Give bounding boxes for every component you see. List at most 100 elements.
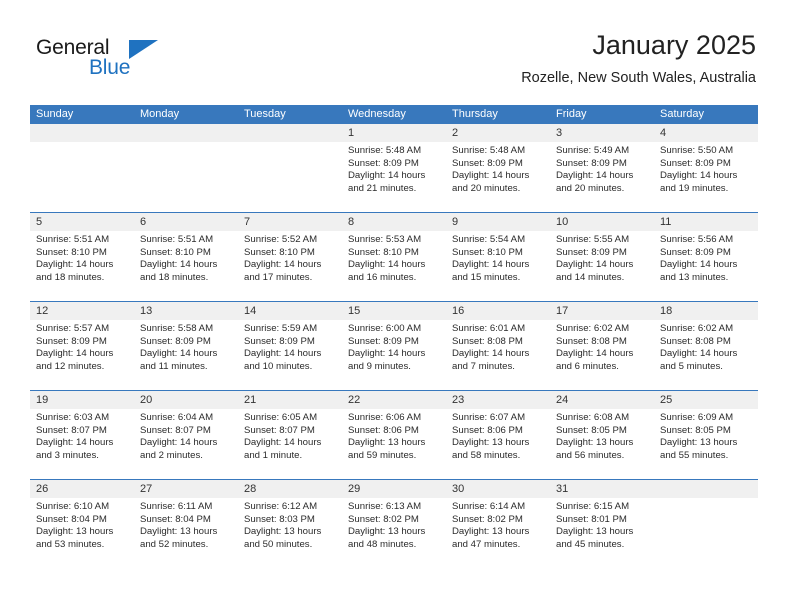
calendar-day-cell[interactable]: 20 Sunrise: 6:04 AM Sunset: 8:07 PM Dayligh… xyxy=(134,391,238,479)
sunset-time: Sunset: 8:09 PM xyxy=(660,157,731,169)
daylight-duration-line1: Daylight: 13 hours xyxy=(452,526,530,538)
sunrise-time: Sunrise: 6:14 AM xyxy=(452,501,526,512)
sunrise-time: Sunrise: 5:56 AM xyxy=(660,234,734,245)
day-details: Sunrise: 5:51 AM Sunset: 8:10 PM Daylight:… xyxy=(30,231,134,284)
calendar-day-cell[interactable]: 14 Sunrise: 5:59 AM Sunset: 8:09 PM Dayligh… xyxy=(238,302,342,390)
day-details: Sunrise: 5:54 AM Sunset: 8:10 PM Daylight:… xyxy=(446,231,550,284)
calendar-day-cell[interactable]: 1 Sunrise: 5:48 AM Sunset: 8:09 PM Daylight… xyxy=(342,124,446,212)
calendar-day-cell[interactable]: 18 Sunrise: 6:02 AM Sunset: 8:08 PM Dayligh… xyxy=(654,302,758,390)
calendar-day-cell[interactable]: 29 Sunrise: 6:13 AM Sunset: 8:02 PM Dayligh… xyxy=(342,480,446,568)
calendar-day-cell[interactable]: 25 Sunrise: 6:09 AM Sunset: 8:05 PM Dayligh… xyxy=(654,391,758,479)
daylight-duration-line1: Daylight: 14 hours xyxy=(556,259,634,271)
day-details: Sunrise: 5:53 AM Sunset: 8:10 PM Daylight:… xyxy=(342,231,446,284)
logo-text-blue: Blue xyxy=(89,56,131,79)
calendar-day-cell[interactable]: 22 Sunrise: 6:06 AM Sunset: 8:06 PM Dayligh… xyxy=(342,391,446,479)
calendar-day-cell[interactable]: 30 Sunrise: 6:14 AM Sunset: 8:02 PM Dayligh… xyxy=(446,480,550,568)
calendar-day-cell[interactable]: 2 Sunrise: 5:48 AM Sunset: 8:09 PM Daylight… xyxy=(446,124,550,212)
calendar-day-cell[interactable]: 27 Sunrise: 6:11 AM Sunset: 8:04 PM Dayligh… xyxy=(134,480,238,568)
page-header: General Blue January 2025 Rozelle, New S… xyxy=(0,0,792,100)
daylight-duration-line1: Daylight: 14 hours xyxy=(140,348,218,360)
weekday-header-saturday: Saturday xyxy=(660,108,705,120)
calendar-day-cell[interactable]: 23 Sunrise: 6:07 AM Sunset: 8:06 PM Dayligh… xyxy=(446,391,550,479)
calendar-day-cell[interactable]: 19 Sunrise: 6:03 AM Sunset: 8:07 PM Dayligh… xyxy=(30,391,134,479)
calendar-week-row: 1 Sunrise: 5:48 AM Sunset: 8:09 PM Daylight… xyxy=(30,124,758,212)
day-number: 24 xyxy=(550,391,654,409)
daylight-duration-line1: Daylight: 13 hours xyxy=(348,526,426,538)
daylight-duration-line2: and 19 minutes. xyxy=(660,182,729,194)
calendar-day-cell-empty xyxy=(238,124,342,212)
calendar-day-cell[interactable]: 4 Sunrise: 5:50 AM Sunset: 8:09 PM Daylight… xyxy=(654,124,758,212)
day-details: Sunrise: 6:09 AM Sunset: 8:05 PM Daylight:… xyxy=(654,409,758,462)
day-number: 5 xyxy=(30,213,134,231)
daylight-duration-line1: Daylight: 13 hours xyxy=(36,526,114,538)
sunset-time: Sunset: 8:05 PM xyxy=(556,424,627,436)
day-details: Sunrise: 6:05 AM Sunset: 8:07 PM Daylight:… xyxy=(238,409,342,462)
sunset-time: Sunset: 8:09 PM xyxy=(140,335,211,347)
calendar-day-cell-empty xyxy=(134,124,238,212)
calendar-week-cells: 1 Sunrise: 5:48 AM Sunset: 8:09 PM Daylight… xyxy=(30,124,758,212)
calendar-day-cell[interactable]: 5 Sunrise: 5:51 AM Sunset: 8:10 PM Daylight… xyxy=(30,213,134,301)
daylight-duration-line2: and 50 minutes. xyxy=(244,538,313,550)
day-details: Sunrise: 6:07 AM Sunset: 8:06 PM Daylight:… xyxy=(446,409,550,462)
location-subtitle: Rozelle, New South Wales, Australia xyxy=(521,70,756,86)
sunset-time: Sunset: 8:06 PM xyxy=(452,424,523,436)
daylight-duration-line1: Daylight: 14 hours xyxy=(348,170,426,182)
daylight-duration-line1: Daylight: 14 hours xyxy=(36,348,114,360)
day-details: Sunrise: 6:14 AM Sunset: 8:02 PM Daylight:… xyxy=(446,498,550,551)
daylight-duration-line1: Daylight: 13 hours xyxy=(556,437,634,449)
sunrise-sunset-calendar-page: General Blue January 2025 Rozelle, New S… xyxy=(0,0,792,612)
calendar-day-cell[interactable]: 6 Sunrise: 5:51 AM Sunset: 8:10 PM Daylight… xyxy=(134,213,238,301)
day-details: Sunrise: 6:12 AM Sunset: 8:03 PM Daylight:… xyxy=(238,498,342,551)
calendar-day-cell[interactable]: 28 Sunrise: 6:12 AM Sunset: 8:03 PM Dayligh… xyxy=(238,480,342,568)
calendar-day-cell[interactable]: 15 Sunrise: 6:00 AM Sunset: 8:09 PM Dayligh… xyxy=(342,302,446,390)
sunset-time: Sunset: 8:07 PM xyxy=(36,424,107,436)
sunrise-time: Sunrise: 5:50 AM xyxy=(660,145,734,156)
sunrise-time: Sunrise: 5:52 AM xyxy=(244,234,318,245)
calendar-week-cells: 19 Sunrise: 6:03 AM Sunset: 8:07 PM Dayligh… xyxy=(30,391,758,479)
day-details: Sunrise: 5:58 AM Sunset: 8:09 PM Daylight:… xyxy=(134,320,238,373)
sunrise-time: Sunrise: 5:51 AM xyxy=(36,234,110,245)
daylight-duration-line2: and 12 minutes. xyxy=(36,360,105,372)
flag-triangle-icon xyxy=(129,40,158,59)
sunrise-time: Sunrise: 6:13 AM xyxy=(348,501,422,512)
calendar-day-cell[interactable]: 9 Sunrise: 5:54 AM Sunset: 8:10 PM Daylight… xyxy=(446,213,550,301)
day-number: 21 xyxy=(238,391,342,409)
calendar-day-cell[interactable]: 8 Sunrise: 5:53 AM Sunset: 8:10 PM Daylight… xyxy=(342,213,446,301)
calendar-day-cell[interactable]: 17 Sunrise: 6:02 AM Sunset: 8:08 PM Dayligh… xyxy=(550,302,654,390)
daylight-duration-line2: and 15 minutes. xyxy=(452,271,521,283)
calendar-day-cell[interactable]: 11 Sunrise: 5:56 AM Sunset: 8:09 PM Dayligh… xyxy=(654,213,758,301)
day-details: Sunrise: 5:52 AM Sunset: 8:10 PM Daylight:… xyxy=(238,231,342,284)
calendar-day-cell[interactable]: 21 Sunrise: 6:05 AM Sunset: 8:07 PM Dayligh… xyxy=(238,391,342,479)
daylight-duration-line1: Daylight: 14 hours xyxy=(36,259,114,271)
calendar-day-cell[interactable]: 31 Sunrise: 6:15 AM Sunset: 8:01 PM Dayligh… xyxy=(550,480,654,568)
calendar-day-cell[interactable]: 24 Sunrise: 6:08 AM Sunset: 8:05 PM Dayligh… xyxy=(550,391,654,479)
sunrise-time: Sunrise: 6:02 AM xyxy=(660,323,734,334)
calendar-day-cell[interactable]: 3 Sunrise: 5:49 AM Sunset: 8:09 PM Daylight… xyxy=(550,124,654,212)
day-number xyxy=(654,480,758,498)
general-blue-logo[interactable]: General Blue xyxy=(36,36,166,82)
day-details: Sunrise: 5:48 AM Sunset: 8:09 PM Daylight:… xyxy=(342,142,446,195)
sunset-time: Sunset: 8:10 PM xyxy=(452,246,523,258)
day-details: Sunrise: 5:55 AM Sunset: 8:09 PM Daylight:… xyxy=(550,231,654,284)
calendar-day-cell[interactable]: 10 Sunrise: 5:55 AM Sunset: 8:09 PM Dayligh… xyxy=(550,213,654,301)
calendar-day-cell[interactable]: 7 Sunrise: 5:52 AM Sunset: 8:10 PM Daylight… xyxy=(238,213,342,301)
calendar-day-cell[interactable]: 16 Sunrise: 6:01 AM Sunset: 8:08 PM Dayligh… xyxy=(446,302,550,390)
calendar-day-cell[interactable]: 26 Sunrise: 6:10 AM Sunset: 8:04 PM Dayligh… xyxy=(30,480,134,568)
page-title: January 2025 xyxy=(592,30,756,60)
calendar-day-cell[interactable]: 12 Sunrise: 5:57 AM Sunset: 8:09 PM Dayligh… xyxy=(30,302,134,390)
daylight-duration-line1: Daylight: 13 hours xyxy=(244,526,322,538)
calendar-day-cell-empty xyxy=(654,480,758,568)
sunrise-time: Sunrise: 5:55 AM xyxy=(556,234,630,245)
sunrise-time: Sunrise: 6:09 AM xyxy=(660,412,734,423)
day-details: Sunrise: 6:02 AM Sunset: 8:08 PM Daylight:… xyxy=(654,320,758,373)
sunset-time: Sunset: 8:09 PM xyxy=(452,157,523,169)
day-number xyxy=(238,124,342,142)
daylight-duration-line1: Daylight: 13 hours xyxy=(660,437,738,449)
sunset-time: Sunset: 8:07 PM xyxy=(244,424,315,436)
calendar-day-cell[interactable]: 13 Sunrise: 5:58 AM Sunset: 8:09 PM Dayligh… xyxy=(134,302,238,390)
day-number: 30 xyxy=(446,480,550,498)
sunset-time: Sunset: 8:09 PM xyxy=(244,335,315,347)
weekday-header-friday: Friday xyxy=(556,108,587,120)
daylight-duration-line2: and 2 minutes. xyxy=(140,449,203,461)
day-details: Sunrise: 6:02 AM Sunset: 8:08 PM Daylight:… xyxy=(550,320,654,373)
